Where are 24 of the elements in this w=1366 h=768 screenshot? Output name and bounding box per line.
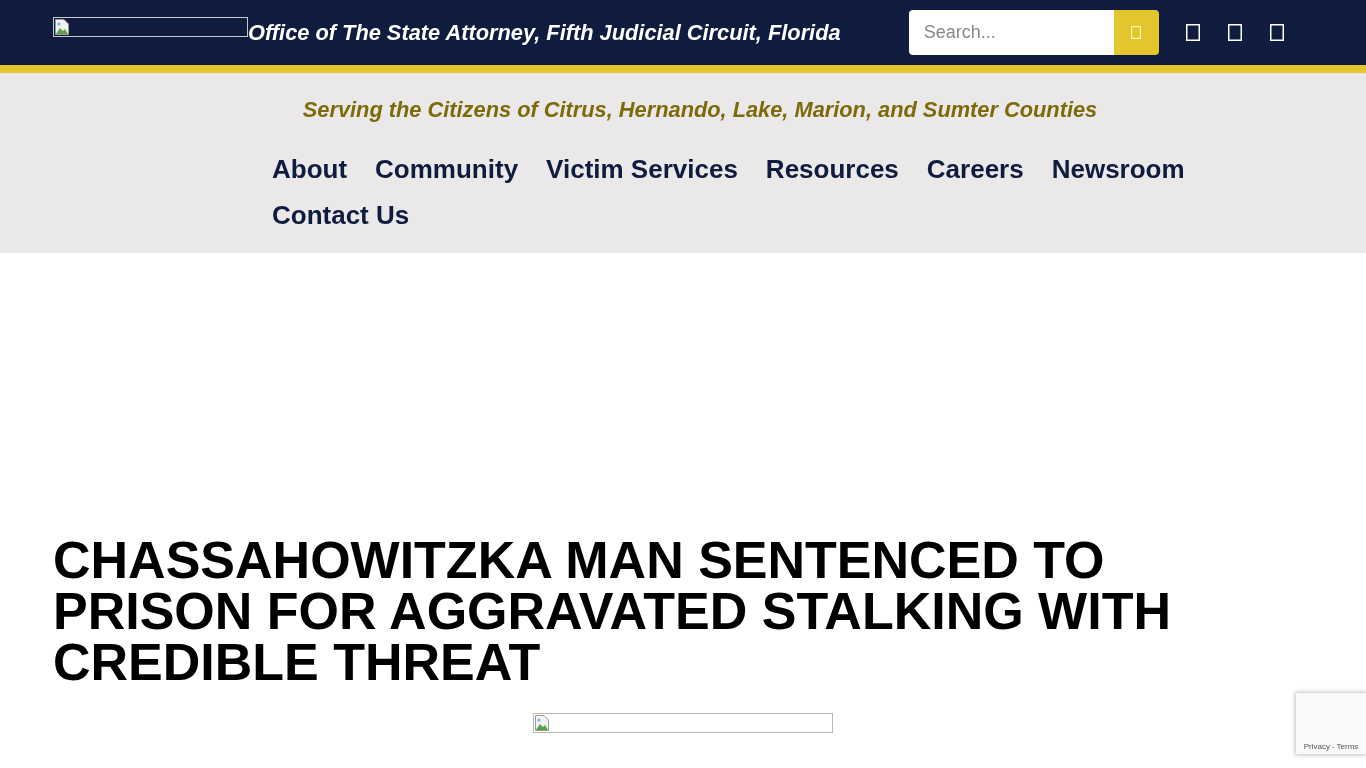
social-link[interactable] — [1185, 24, 1200, 41]
nav-link[interactable]: Careers — [926, 150, 1024, 188]
logo-image-placeholder[interactable] — [53, 17, 248, 37]
nav-link[interactable]: Victim Services — [546, 150, 738, 188]
social-link[interactable] — [1269, 24, 1284, 41]
nav-link[interactable]: Contact Us — [272, 196, 410, 234]
broken-image-icon — [55, 19, 69, 35]
nav-link[interactable]: Community — [375, 150, 519, 188]
social-link[interactable] — [1227, 24, 1242, 41]
site-title: Office of The State Attorney, Fifth Judicial Circuit, Florida — [248, 19, 841, 47]
link-separator: - — [1331, 742, 1335, 751]
nav-link[interactable]: About — [272, 150, 348, 188]
nav-link[interactable]: Resources — [765, 150, 899, 188]
terms-link[interactable]: Terms — [1336, 742, 1359, 751]
empty-box-icon — [1185, 24, 1200, 41]
tagline: Serving the Citizens of Citrus, Hernando, Lake, Marion, and Sumter Counties — [302, 97, 1098, 123]
empty-box-icon — [1269, 24, 1284, 41]
nav-link[interactable]: Newsroom — [1051, 150, 1185, 188]
broken-image-icon — [535, 715, 549, 731]
empty-box-icon — [1227, 24, 1242, 41]
empty-box-icon — [1131, 26, 1142, 39]
search-field[interactable]: Search... — [908, 10, 1114, 55]
article-headline: CHASSAHOWITZKA MAN SENTENCED TO PRISON FOR AGGRAVATED STALKING WITH CREDIBLE THREAT — [53, 535, 1172, 688]
privacy-link[interactable]: Privacy — [1303, 742, 1330, 751]
